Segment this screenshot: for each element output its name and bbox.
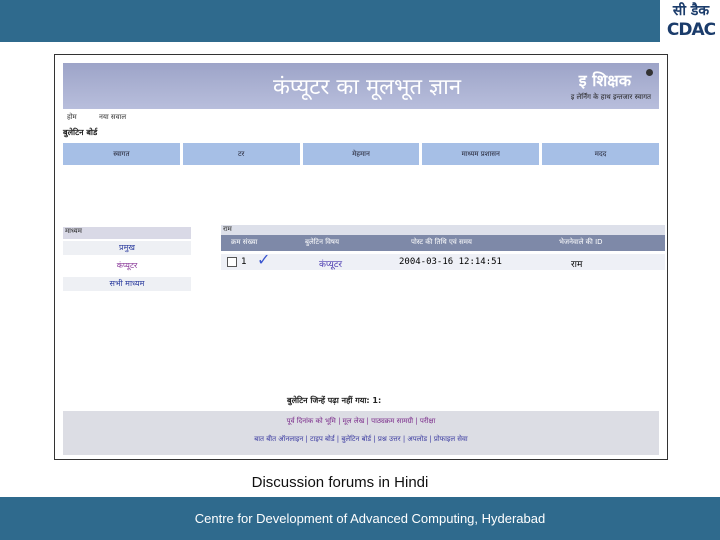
logo-hindi: सी डैक: [672, 3, 710, 19]
logo-english: CDAC: [666, 20, 716, 40]
sidebar-item-main[interactable]: प्रमुख: [63, 241, 191, 255]
tab-guest[interactable]: मेहमान: [302, 143, 420, 165]
organization-name: Centre for Development of Advanced Compu…: [194, 511, 546, 526]
nav-link-new[interactable]: नया सवाल: [99, 113, 126, 121]
tab-tar[interactable]: टर: [182, 143, 300, 165]
row-checkbox[interactable]: [227, 257, 237, 267]
col-sender: भेजनेवाले की ID: [559, 238, 603, 246]
app-banner: कंप्यूटर का मूलभूत ज्ञान इ शिक्षक इ लेर्…: [63, 63, 659, 109]
table-heading: राम: [221, 225, 665, 235]
sidebar-item-all[interactable]: सभी माध्यम: [63, 277, 191, 291]
row-datetime: 2004-03-16 12:14:51: [399, 257, 502, 267]
row-serial: 1: [241, 257, 247, 267]
check-icon: ✓: [257, 250, 271, 269]
brand-name: इ शिक्षक: [578, 71, 631, 90]
app-footer: पूर्व दिनांक को भूमि | मूल लेख | पाठ्यक्…: [63, 411, 659, 455]
app-screenshot: कंप्यूटर का मूलभूत ज्ञान इ शिक्षक इ लेर्…: [54, 54, 668, 460]
footer-links-1[interactable]: पूर्व दिनांक को भूमि | मूल लेख | पाठ्यक्…: [63, 417, 659, 426]
banner-title: कंप्यूटर का मूलभूत ज्ञान: [273, 75, 462, 100]
tab-help[interactable]: मदद: [542, 143, 659, 165]
row-subject[interactable]: कंप्यूटर: [319, 257, 342, 270]
table-header: क्रम संख्या बुलेटिन विषय पोस्ट की तिथि ए…: [221, 235, 665, 251]
footer-links-2[interactable]: बात बीत ऑनलाइन | टाइप बोर्ड | बुलेटिन बो…: [63, 435, 659, 444]
col-serial: क्रम संख्या: [231, 238, 258, 246]
tab-welcome[interactable]: स्वागत: [63, 143, 180, 165]
top-bar: [0, 0, 660, 42]
unread-note: बुलेटिन जिन्हें पढ़ा नहीं गया: 1:: [287, 396, 382, 405]
table-row: 1 ✓ कंप्यूटर 2004-03-16 12:14:51 राम: [221, 250, 665, 270]
banner-subtitle: इ लेर्निंग के हाथ इन्तजार स्वागत: [570, 93, 651, 101]
bottom-bar: Centre for Development of Advanced Compu…: [0, 497, 720, 540]
sidebar-item-computer[interactable]: कंप्यूटर: [63, 259, 191, 273]
slide-caption: Discussion forums in Hindi: [251, 474, 429, 491]
col-subject: बुलेटिन विषय: [305, 238, 340, 246]
row-sender: राम: [571, 260, 583, 270]
cdac-logo: सी डैक CDAC: [662, 2, 720, 44]
nav-links: होम नया सवाल: [67, 113, 146, 122]
tab-admin[interactable]: माध्यम प्रशासन: [422, 143, 540, 165]
close-icon[interactable]: [646, 69, 653, 76]
nav-link-home[interactable]: होम: [67, 113, 77, 121]
tab-bar: स्वागत टर मेहमान माध्यम प्रशासन मदद: [63, 143, 659, 165]
page-title: बुलेटिन बोर्ड: [63, 128, 98, 137]
col-datetime: पोस्ट की तिथि एवं समय: [411, 238, 472, 246]
sidebar-heading: माध्यम: [63, 227, 191, 239]
